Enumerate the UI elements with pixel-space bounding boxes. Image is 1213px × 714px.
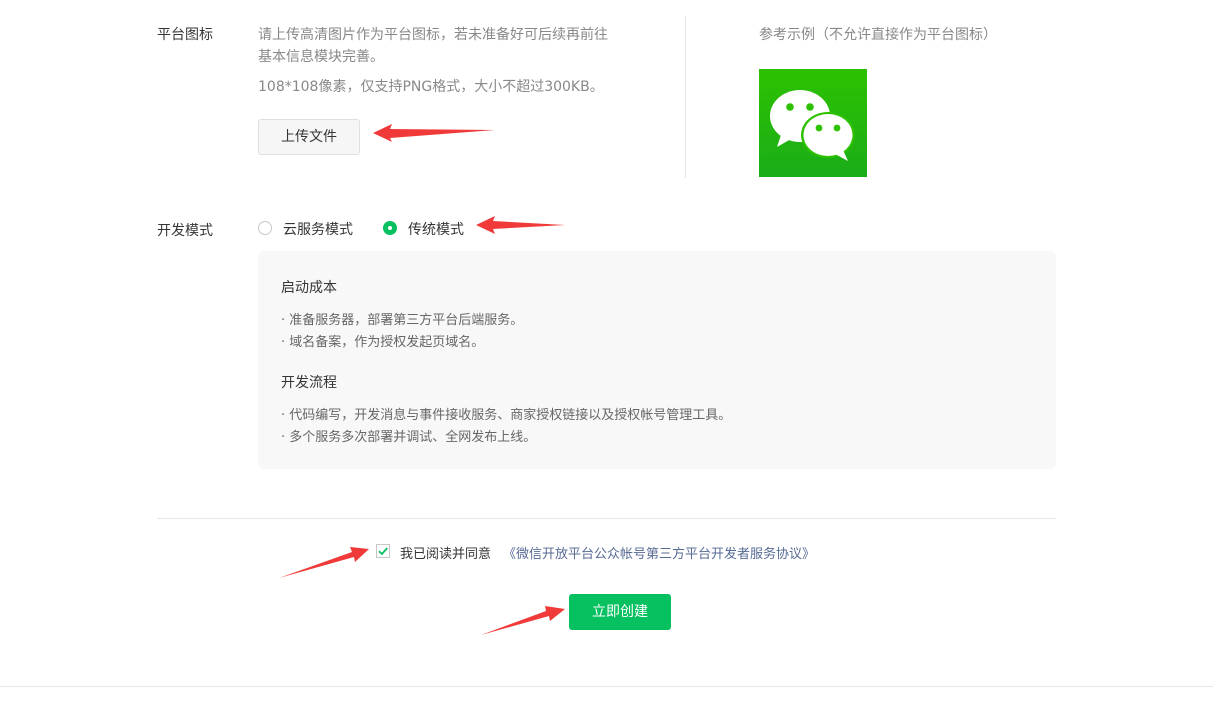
radio-cloud-mode[interactable] bbox=[258, 221, 272, 235]
icon-spec: 108*108像素，仅支持PNG格式，大小不超过300KB。 bbox=[258, 79, 604, 95]
vertical-divider bbox=[685, 16, 686, 178]
checkmark-icon bbox=[378, 547, 388, 556]
annotation-arrow-icon bbox=[481, 606, 565, 635]
cost-title: 启动成本 bbox=[281, 280, 337, 296]
flow-title: 开发流程 bbox=[281, 375, 337, 391]
dev-mode-label: 开发模式 bbox=[157, 223, 213, 239]
cost-item: · 准备服务器，部署第三方平台后端服务。 bbox=[281, 313, 524, 328]
radio-traditional-mode[interactable] bbox=[383, 221, 397, 235]
upload-file-button[interactable]: 上传文件 bbox=[258, 119, 360, 155]
annotation-arrow-icon bbox=[476, 216, 565, 234]
agreement-link[interactable]: 《微信开放平台公众帐号第三方平台开发者服务协议》 bbox=[503, 543, 815, 562]
annotation-arrow-icon bbox=[373, 124, 495, 142]
footer-divider bbox=[0, 686, 1213, 687]
agreement-checkbox[interactable] bbox=[376, 544, 390, 558]
wechat-logo-icon bbox=[759, 69, 867, 177]
cost-item: · 域名备案，作为授权发起页域名。 bbox=[281, 335, 485, 350]
section-divider bbox=[157, 518, 1056, 519]
flow-item: · 代码编写，开发消息与事件接收服务、商家授权链接以及授权帐号管理工具。 bbox=[281, 408, 732, 423]
flow-item: · 多个服务多次部署并调试、全网发布上线。 bbox=[281, 430, 537, 445]
platform-icon-label: 平台图标 bbox=[157, 27, 213, 43]
icon-desc-line2: 基本信息模块完善。 bbox=[258, 49, 384, 65]
icon-desc-line1: 请上传高清图片作为平台图标，若未准备好可后续再前往 bbox=[258, 27, 608, 43]
agreement-text: 我已阅读并同意 bbox=[400, 547, 492, 562]
example-label: 参考示例（不允许直接作为平台图标） bbox=[759, 27, 997, 43]
radio-traditional-mode-label[interactable]: 传统模式 bbox=[408, 219, 464, 239]
radio-cloud-mode-label[interactable]: 云服务模式 bbox=[283, 219, 353, 239]
annotation-arrow-icon bbox=[279, 547, 369, 578]
create-now-button[interactable]: 立即创建 bbox=[569, 594, 671, 630]
